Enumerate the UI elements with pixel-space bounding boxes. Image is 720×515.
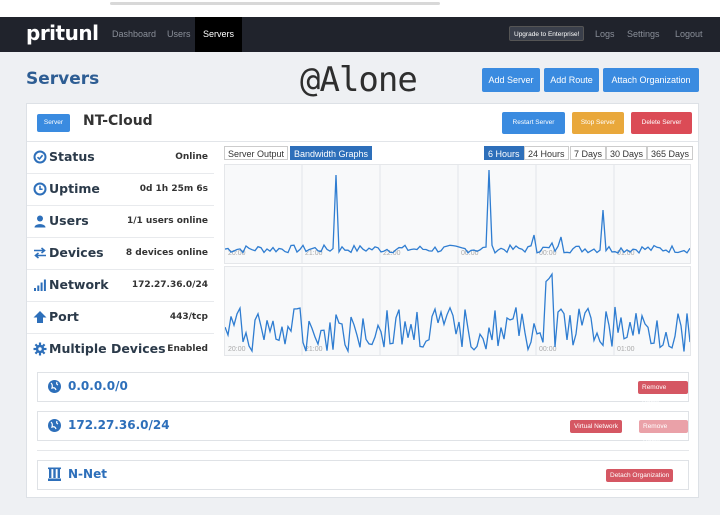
restart-server-button[interactable]: Restart Server: [502, 112, 565, 134]
nav-settings[interactable]: Settings: [627, 17, 660, 52]
port-icon: [33, 310, 47, 324]
globe-icon: [47, 418, 62, 433]
bandwidth-graph-bottom-svg: 20:00 21:00 00:00 01:00: [225, 267, 690, 355]
nav-logout[interactable]: Logout: [675, 17, 703, 52]
graph-top-tick-4: 00:00: [539, 250, 557, 257]
bandwidth-graph-bottom: 20:00 21:00 00:00 01:00: [224, 266, 691, 356]
page-title: Servers: [26, 69, 100, 89]
info-row-users: Users 1/1 users online: [27, 206, 214, 238]
brand-logo[interactable]: pritunl: [26, 21, 99, 45]
stop-server-button[interactable]: Stop Server: [572, 112, 624, 134]
status-label: Status: [49, 149, 95, 164]
info-row-uptime: Uptime 0d 1h 25m 6s: [27, 174, 214, 206]
route-text: 172.27.36.0/24: [68, 418, 170, 432]
info-row-status: Status Online: [27, 142, 214, 174]
attach-organization-button[interactable]: Attach Organization: [603, 68, 699, 92]
server-panel: Server NT-Cloud Restart Server Stop Serv…: [26, 103, 699, 498]
server-header: Server NT-Cloud Restart Server Stop Serv…: [27, 104, 698, 142]
route-text: 0.0.0.0/0: [68, 379, 128, 393]
devices-icon: [33, 246, 47, 260]
graph-bottom-tick-0: 20:00: [228, 346, 246, 353]
delete-server-button[interactable]: Delete Server: [631, 112, 692, 134]
range-365-days[interactable]: 365 Days: [647, 146, 694, 160]
info-row-multiple-devices: Multiple Devices Enabled: [27, 334, 214, 366]
gear-icon: [33, 342, 47, 356]
route-item-default: 0.0.0.0/0 Remove Route: [37, 372, 689, 404]
nav-users[interactable]: Users: [167, 17, 191, 52]
add-route-button[interactable]: Add Route: [544, 68, 599, 92]
info-row-devices: Devices 8 devices online: [27, 238, 214, 270]
graph-top-tick-2: 22:00: [383, 250, 401, 257]
uptime-label: Uptime: [49, 181, 100, 196]
top-navbar: pritunl Dashboard Users Servers Upgrade …: [0, 17, 720, 52]
bandwidth-graph-top: 20:00 21:00 22:00 00:00 00:00 01:00: [224, 164, 691, 264]
info-row-network: Network 172.27.36.0/24: [27, 270, 214, 302]
port-value: 443/tcp: [169, 312, 208, 322]
network-icon: [33, 278, 47, 292]
route-item-virtual-network: 172.27.36.0/24 Virtual Network Remove Ro…: [37, 411, 689, 443]
server-name: NT-Cloud: [83, 113, 153, 129]
address-bar: [110, 2, 440, 5]
detach-organization-button[interactable]: Detach Organization: [606, 469, 674, 482]
range-24-hours[interactable]: 24 Hours: [524, 146, 569, 160]
organization-item: N-Net Detach Organization: [37, 460, 689, 490]
users-value: 1/1 users online: [126, 216, 208, 226]
uptime-value: 0d 1h 25m 6s: [139, 184, 208, 194]
tab-server-output[interactable]: Server Output: [224, 146, 289, 160]
status-value: Online: [175, 152, 208, 162]
server-badge[interactable]: Server: [37, 114, 70, 132]
bandwidth-graph-top-svg: 20:00 21:00 22:00 00:00 00:00 01:00: [225, 165, 690, 263]
info-row-port: Port 443/tcp: [27, 302, 214, 334]
organization-icon: [47, 467, 62, 482]
upgrade-button[interactable]: Upgrade to Enterprise!: [509, 26, 585, 41]
user-icon: [33, 214, 47, 228]
network-label: Network: [49, 277, 109, 292]
multiple-devices-label: Multiple Devices: [49, 341, 166, 356]
clock-icon: [33, 182, 47, 196]
nav-servers[interactable]: Servers: [195, 17, 243, 52]
multiple-devices-value: Enabled: [167, 344, 208, 354]
tab-bandwidth-graphs[interactable]: Bandwidth Graphs: [290, 146, 373, 160]
organization-name: N-Net: [68, 467, 107, 481]
range-7-days[interactable]: 7 Days: [570, 146, 607, 160]
browser-top-strip: [0, 0, 720, 17]
range-30-days[interactable]: 30 Days: [606, 146, 648, 160]
port-label: Port: [49, 309, 79, 324]
devices-label: Devices: [49, 245, 104, 260]
globe-icon: [47, 379, 62, 394]
remove-route-button[interactable]: Remove Route: [638, 381, 688, 404]
graph-bottom-tick-1: 21:00: [305, 346, 323, 353]
status-icon: [33, 150, 47, 164]
range-6-hours[interactable]: 6 Hours: [484, 146, 524, 160]
divider: [37, 450, 689, 451]
graph-bottom-tick-3: 01:00: [617, 346, 635, 353]
network-value: 172.27.36.0/24: [131, 280, 208, 290]
nav-dashboard[interactable]: Dashboard: [112, 17, 156, 52]
nav-logs[interactable]: Logs: [595, 17, 615, 52]
remove-route-button-disabled[interactable]: Remove Route: [639, 420, 688, 443]
virtual-network-badge[interactable]: Virtual Network: [570, 420, 622, 433]
users-label: Users: [49, 213, 89, 228]
graph-bottom-tick-2: 00:00: [539, 346, 557, 353]
devices-value: 8 devices online: [125, 248, 208, 258]
watermark-text: @Alone: [300, 60, 418, 100]
add-server-button[interactable]: Add Server: [482, 68, 540, 92]
